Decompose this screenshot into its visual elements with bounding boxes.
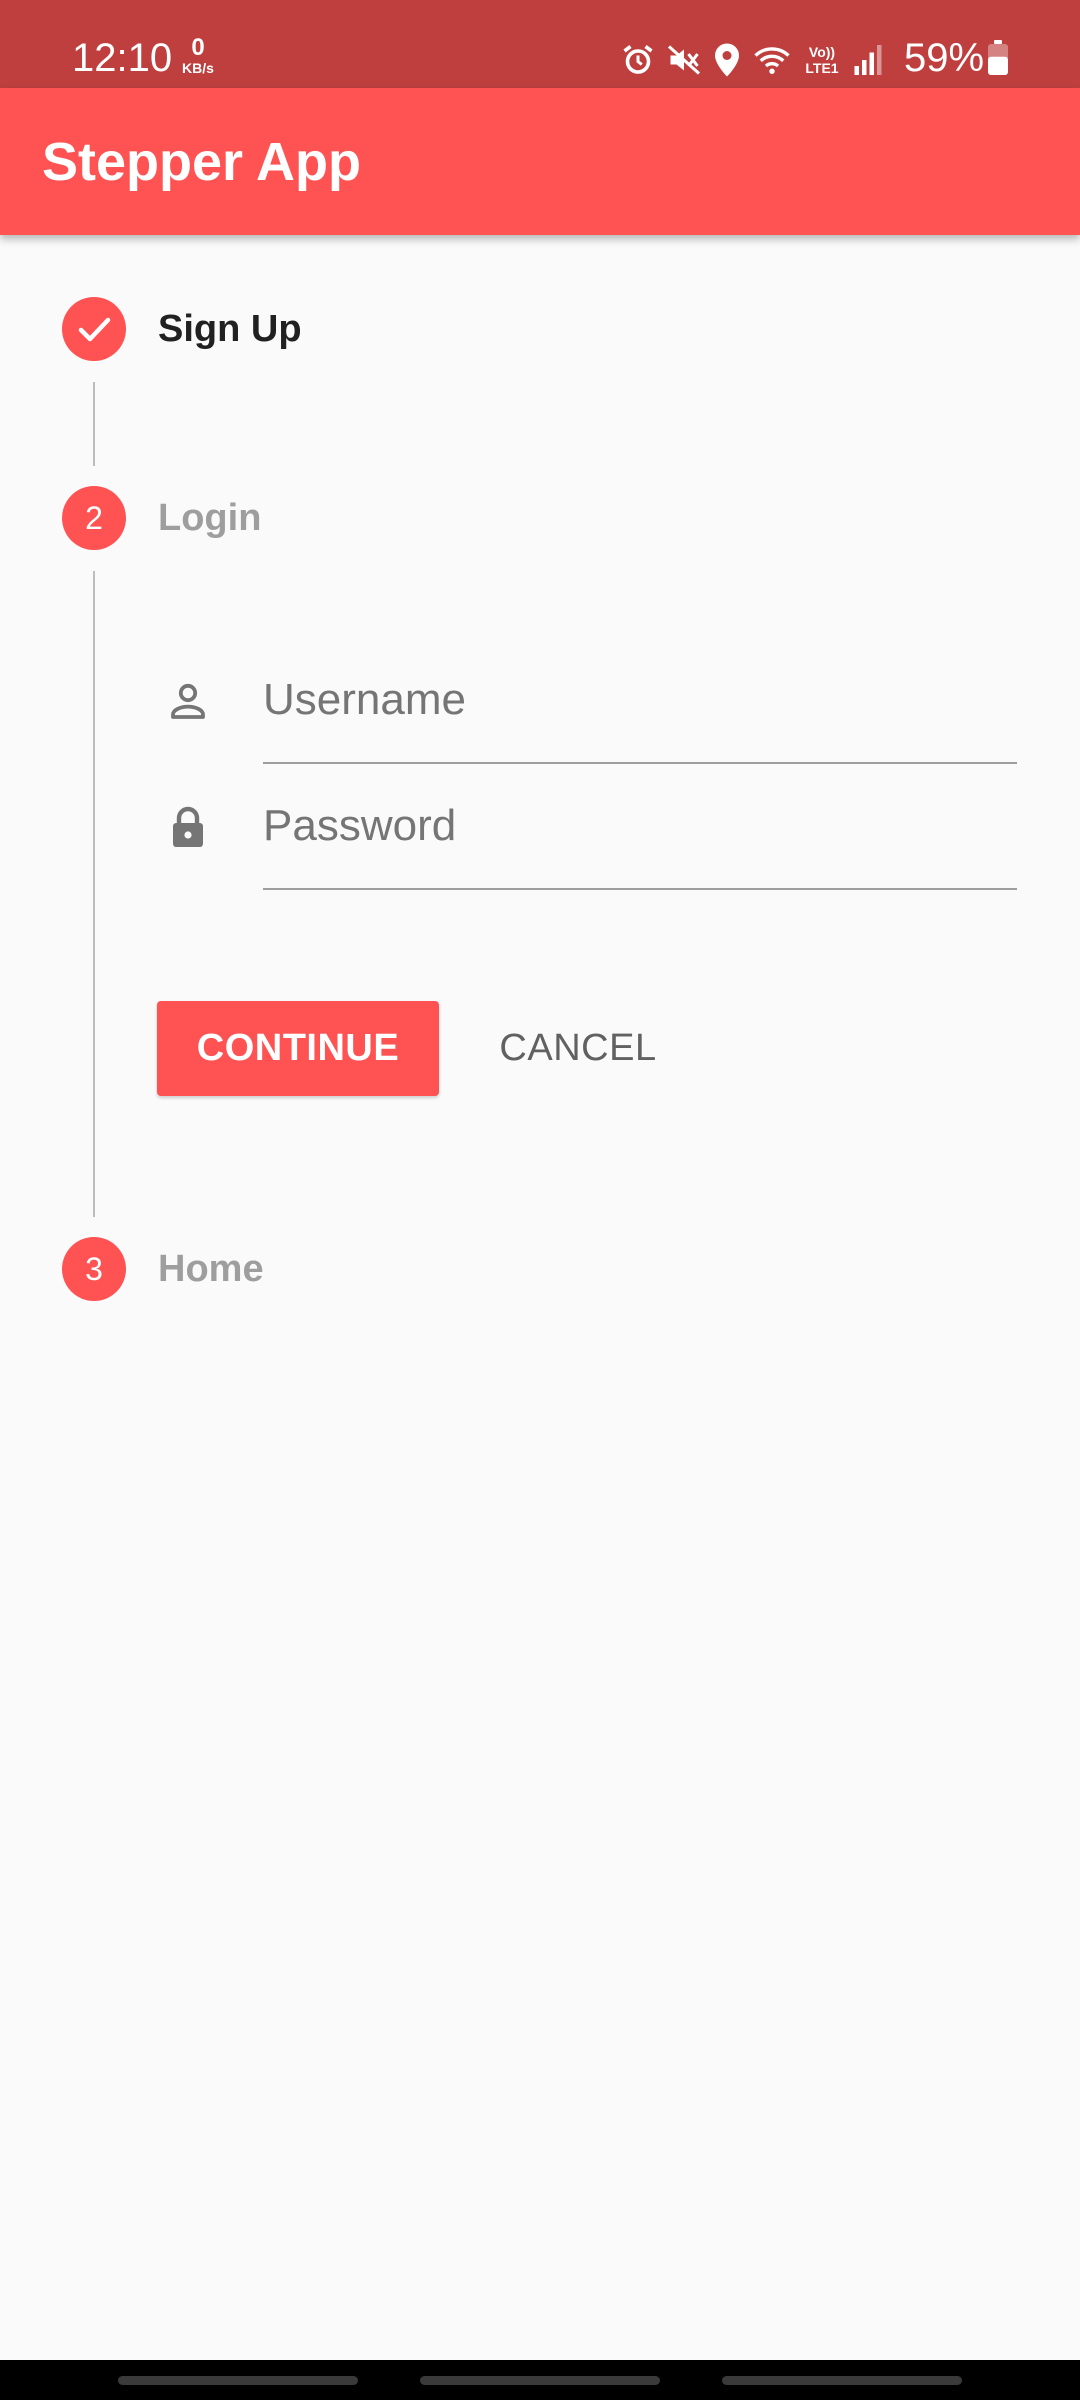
status-time: 12:10: [72, 36, 173, 80]
password-input[interactable]: [263, 793, 1017, 859]
volte-icon: Vo)) LTE1: [805, 44, 839, 76]
network-speed-value: 0: [191, 34, 205, 61]
battery-percent: 59%: [904, 36, 985, 80]
wifi-icon: [754, 47, 790, 74]
nav-back-handle[interactable]: [722, 2376, 962, 2385]
password-underline: [263, 888, 1017, 890]
check-icon: [78, 317, 111, 342]
nav-recents-handle[interactable]: [118, 2376, 358, 2385]
username-input[interactable]: [263, 667, 1017, 733]
battery-icon: [988, 40, 1008, 75]
step-3-title[interactable]: Home: [158, 1245, 264, 1293]
vibrate-mute-icon: [667, 45, 701, 75]
continue-button[interactable]: CONTINUE: [157, 1001, 439, 1096]
cancel-button[interactable]: CANCEL: [480, 1001, 676, 1096]
location-icon: [715, 43, 739, 77]
username-underline: [263, 762, 1017, 764]
app-title: Stepper App: [42, 132, 362, 192]
step-3-indicator[interactable]: 3: [62, 1237, 126, 1301]
navigation-bar: [0, 2360, 1080, 2400]
step-2-indicator[interactable]: 2: [62, 486, 126, 550]
step-connector: [93, 571, 95, 1217]
network-speed: 0 KB/s: [178, 34, 218, 77]
status-bar: 12:10 0 KB/s Vo)) LTE1 59%: [0, 0, 1080, 88]
step-2-title[interactable]: Login: [158, 494, 261, 542]
step-connector: [93, 382, 95, 466]
person-icon: [171, 683, 205, 719]
lock-icon: [173, 806, 203, 847]
step-1-indicator[interactable]: [62, 297, 126, 361]
nav-home-handle[interactable]: [420, 2376, 660, 2385]
app-bar: Stepper App: [0, 88, 1080, 235]
status-icons: Vo)) LTE1: [620, 38, 884, 82]
step-1-title[interactable]: Sign Up: [158, 305, 302, 353]
network-speed-unit: KB/s: [182, 60, 214, 76]
alarm-icon: [623, 45, 653, 74]
signal-icon: [854, 45, 882, 75]
